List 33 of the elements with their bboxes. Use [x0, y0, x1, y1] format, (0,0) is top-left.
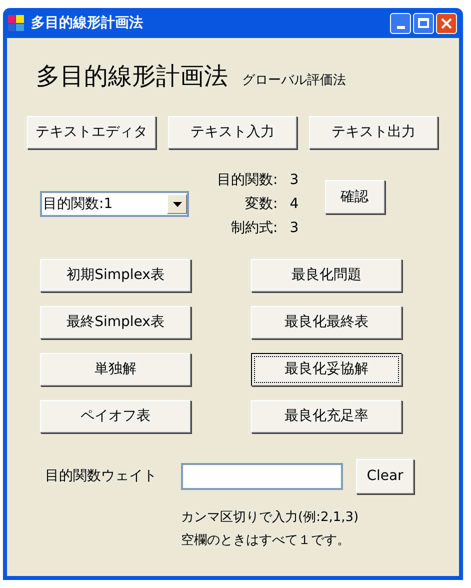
count-value: 4 [290, 195, 299, 214]
count-label: 変数: [244, 195, 278, 214]
count-value: 3 [290, 171, 299, 190]
method-subtitle: グローバル評価法 [242, 74, 346, 88]
command-button[interactable]: 確認 [324, 180, 385, 214]
command-button[interactable]: 最良化最終表 [251, 306, 402, 339]
close-icon [441, 18, 452, 28]
command-button[interactable]: ペイオフ表 [40, 400, 191, 433]
command-button[interactable]: 単独解 [40, 353, 191, 386]
objective-dropdown[interactable]: 目的関数:1 [40, 191, 189, 217]
close-button[interactable] [436, 12, 457, 34]
weight-input[interactable] [181, 463, 343, 490]
command-button[interactable]: 初期Simplex表 [40, 259, 191, 292]
window-title: 多目的線形計画法 [31, 14, 143, 32]
command-button[interactable]: 最良化充足率 [251, 400, 402, 433]
dropdown-arrow-icon [172, 202, 182, 206]
hint-text: 空欄のときはすべて１です。 [181, 532, 351, 550]
command-button[interactable]: 最良化問題 [251, 259, 402, 292]
hint-text: カンマ区切りで入力(例:2,1,3) [181, 509, 360, 527]
app-icon [7, 14, 25, 32]
count-label: 目的関数: [217, 171, 278, 190]
command-button[interactable]: テキスト入力 [168, 116, 297, 149]
command-button[interactable]: 最終Simplex表 [40, 306, 191, 339]
command-button[interactable]: Clear [356, 459, 414, 494]
count-value: 3 [290, 219, 299, 238]
count-label: 制約式: [230, 219, 278, 238]
command-button[interactable]: 最良化妥協解 [251, 353, 402, 386]
minimize-button[interactable] [390, 12, 411, 34]
command-button[interactable]: テキスト出力 [309, 116, 438, 149]
weight-label: 目的関数ウェイト [45, 467, 158, 486]
maximize-button[interactable] [413, 12, 434, 34]
app-heading: 多目的線形計画法 [36, 64, 228, 88]
command-button[interactable]: テキストエディタ [27, 116, 156, 149]
